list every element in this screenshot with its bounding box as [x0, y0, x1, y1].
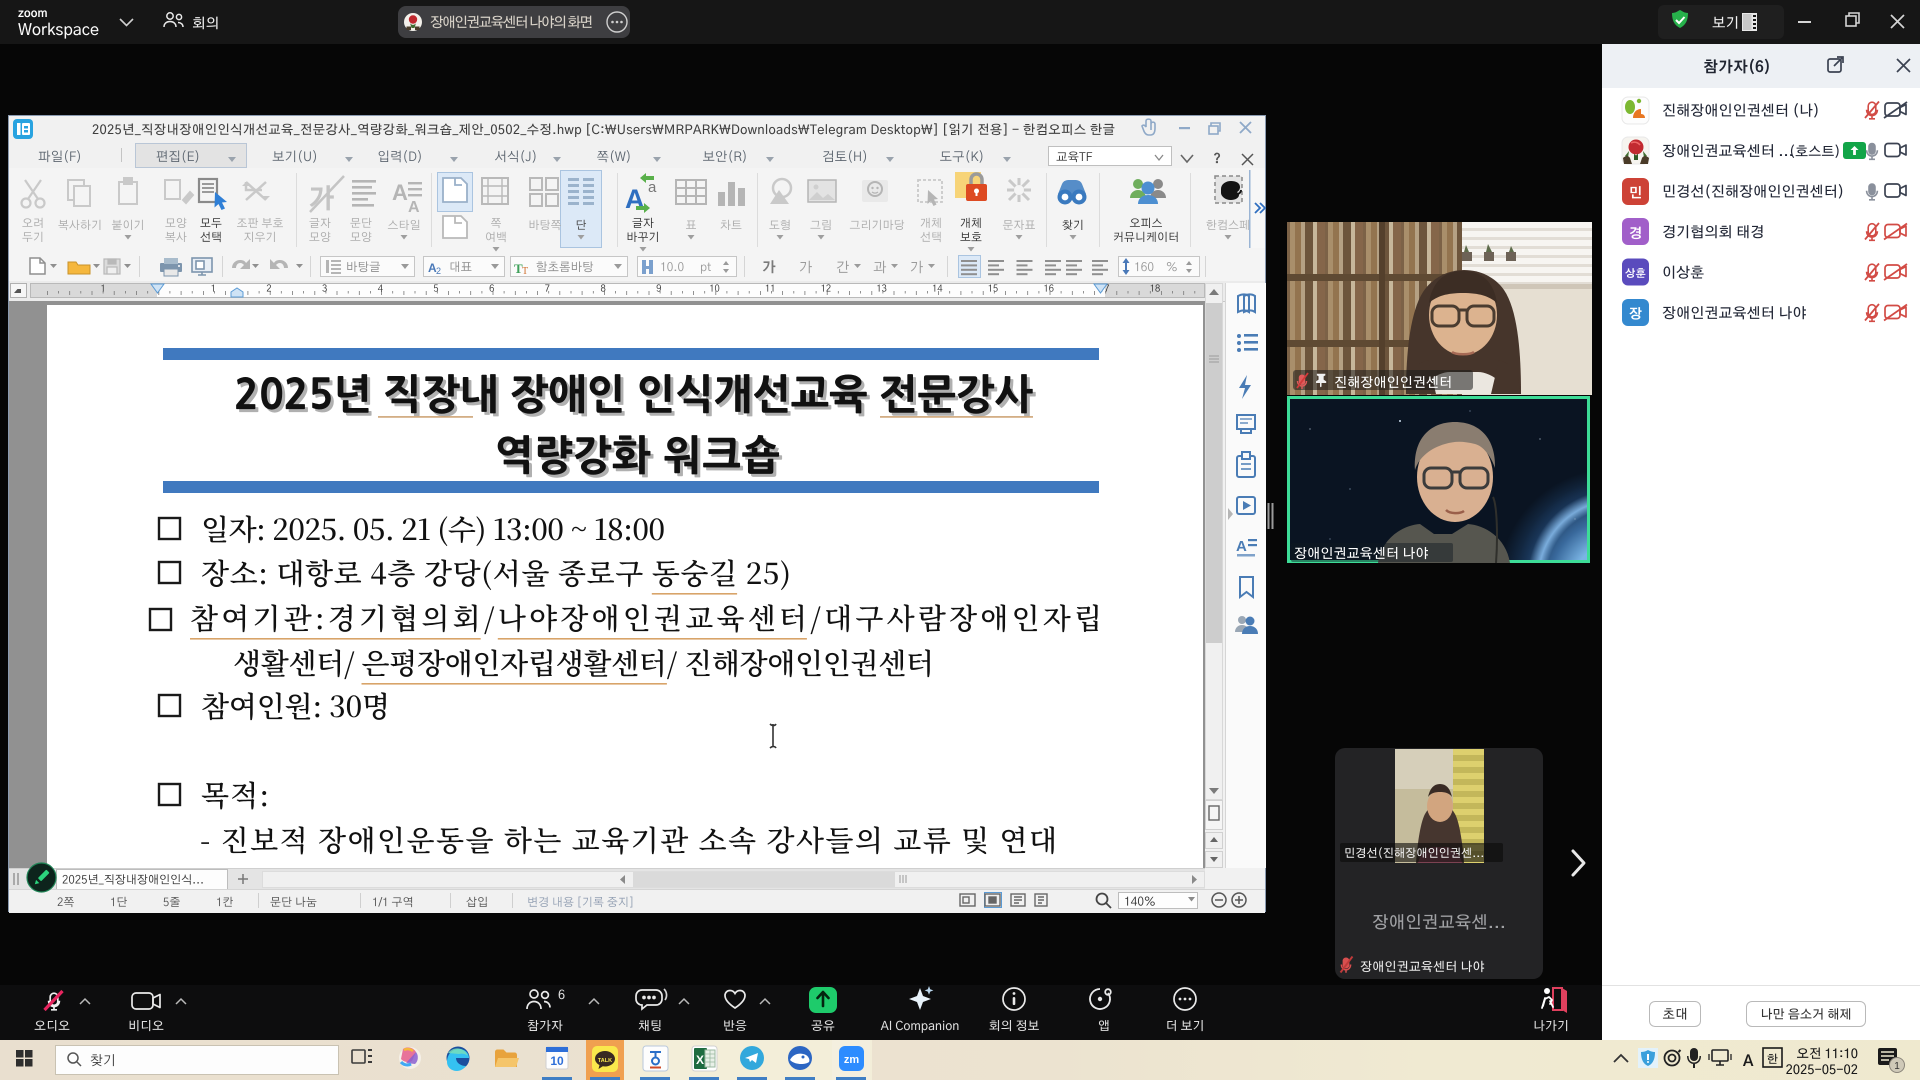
svg-text:T: T [522, 266, 528, 277]
svg-text:zm: zm [844, 1054, 860, 1066]
svg-text:X: X [696, 1053, 704, 1067]
svg-text:A: A [408, 199, 420, 216]
svg-text:10: 10 [550, 1054, 564, 1068]
svg-text:A: A [1236, 538, 1247, 555]
svg-text:A: A [392, 180, 408, 205]
svg-text:2: 2 [436, 266, 441, 276]
svg-text:a: a [648, 179, 657, 196]
svg-text:TALK: TALK [598, 1058, 612, 1064]
svg-text:1: 1 [1894, 1061, 1900, 1072]
